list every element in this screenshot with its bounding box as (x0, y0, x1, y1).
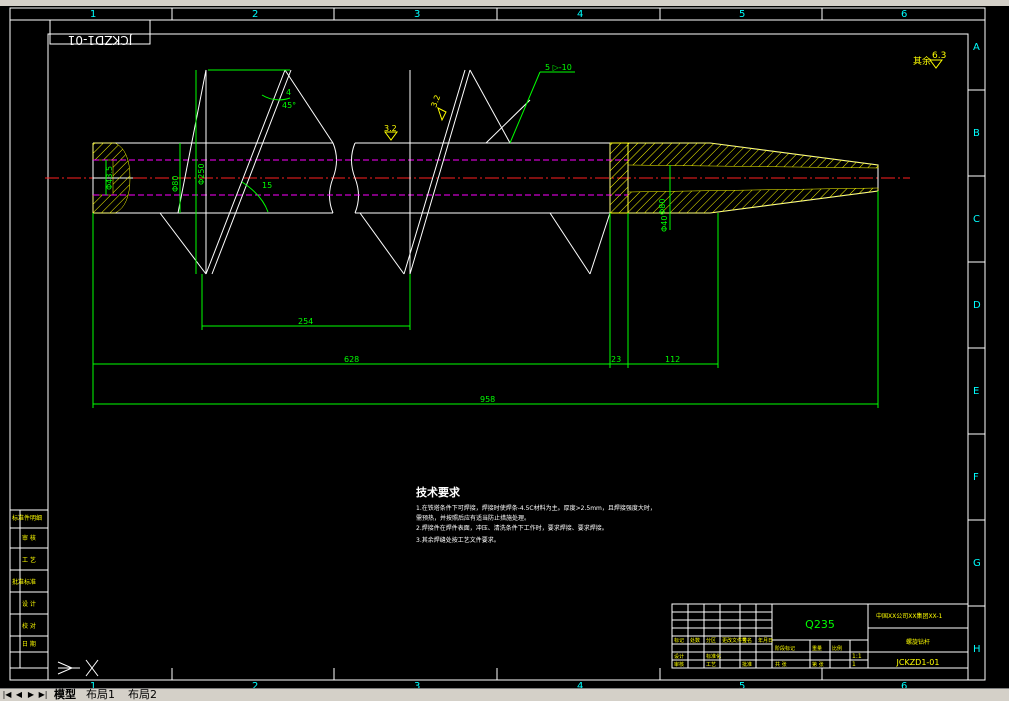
sheet-outer-frame (9, 7, 986, 681)
tb-label-sheetno: 第 张 (812, 661, 824, 668)
hatch-tip-lower (610, 187, 879, 214)
roughness-note: 其余 (913, 55, 931, 67)
notes-line-1: 1.在铁塔条件下可焊接，焊接时使焊条-4.5C材料为主。厚度>2.5mm，且焊接… (416, 504, 656, 512)
left-label-1: 审 核 (22, 534, 36, 542)
tb-label-weight: 重量 (812, 645, 822, 652)
zone-right-a: A (973, 42, 980, 53)
zone-right-h: H (973, 644, 981, 655)
ucs-icon (57, 659, 99, 677)
zone-top-2: 2 (252, 9, 258, 20)
roughness-b-icon (437, 107, 447, 122)
sheet-inner-frame (47, 33, 969, 681)
zone-ticks (10, 8, 985, 680)
tb-label-scale: 比例 (832, 645, 842, 652)
dim-dia-b: Φ250 (197, 163, 206, 185)
tab-next-icon[interactable]: ▶ (26, 690, 36, 700)
part-name-label: 螺旋钻杆 (906, 638, 930, 646)
left-label-4: 设 计 (22, 600, 36, 608)
roughness-a-icon (384, 131, 398, 141)
dim-dia-d: Φ80 (658, 199, 667, 215)
angle-4-label: 4 (286, 88, 291, 97)
tb-label-zone: 分区 (706, 637, 716, 644)
weld-note: 5 ▷-10 (545, 63, 572, 72)
notes-line-4: 3.其余焊缝处按工艺文件要求。 (416, 536, 500, 544)
helix-flights (159, 69, 611, 275)
angle-15-label: 15 (262, 181, 272, 190)
left-label-0: 标准件明细 (12, 514, 42, 522)
tab-prev-icon[interactable]: ◀ (14, 690, 24, 700)
tab-layout1[interactable]: 布局1 (86, 689, 115, 701)
zone-top-4: 4 (577, 9, 583, 20)
tb-label-mark: 标记 (674, 637, 684, 644)
dim-112: 112 (665, 355, 680, 364)
drawing-sheet: 1 2 3 4 5 6 1 2 3 4 5 6 A B C D E F G H … (9, 7, 986, 692)
dim-dia-a: Φ80 (171, 176, 180, 192)
zone-right-b: B (973, 128, 980, 139)
dim-dia-small: Φ43.5 (105, 166, 114, 190)
dim-254: 254 (298, 317, 313, 326)
hatch-tip-upper (610, 142, 879, 169)
left-label-6: 日 期 (22, 640, 36, 648)
zone-right-e: E (973, 386, 979, 397)
tb-label-count: 处数 (690, 637, 700, 644)
tb-label-process: 工艺 (706, 662, 716, 668)
zone-top-6: 6 (901, 9, 907, 20)
tb-label-date: 年月日 (758, 637, 773, 644)
cad-drawing-canvas[interactable]: 1 2 3 4 5 6 1 2 3 4 5 6 A B C D E F G H … (0, 0, 1009, 701)
tb-label-approve: 批准 (742, 661, 752, 668)
scale-value: 1:1 (852, 653, 862, 660)
dim-dia-c: Φ40 (660, 216, 669, 232)
roughness-symbol-icon (929, 59, 943, 69)
notes-line-3: 2.焊接件在焊件表面，冲压、清洗条件下工作时，要求焊接、要求焊接。 (416, 524, 608, 532)
tab-first-icon[interactable]: |◀ (2, 690, 12, 700)
layout-tab-bar: |◀ ◀ ▶ ▶| 模型 布局1 布局2 (0, 688, 1009, 701)
notes-line-2: 需预热，并按照后应有适当防止措施处理。 (416, 514, 530, 522)
sheet-value: 1 (852, 661, 856, 668)
dim-23: 23 (611, 355, 621, 364)
tb-label-stage: 阶段标记 (775, 645, 795, 652)
left-label-3: 批准标准 (12, 578, 36, 586)
angle-45-label: 45° (282, 101, 296, 110)
zone-right-c: C (973, 214, 980, 225)
zone-top-3: 3 (414, 9, 420, 20)
tb-label-total: 共 张 (775, 661, 787, 668)
zone-top-5: 5 (739, 9, 745, 20)
zone-right-d: D (973, 300, 981, 311)
roughness-a-value: 3.2 (384, 124, 397, 133)
hatch-collar (609, 142, 629, 214)
dimension-lines (92, 69, 879, 408)
company-label: 中国XX公司XX集团XX-1 (876, 612, 943, 620)
left-label-5: 校 对 (22, 622, 36, 630)
notes-title: 技术要求 (416, 485, 461, 499)
zone-right-g: G (973, 558, 981, 569)
tb-label-std: 标准化 (706, 653, 721, 660)
zone-top-1: 1 (90, 9, 96, 20)
tab-layout2[interactable]: 布局2 (128, 689, 157, 701)
zone-right-f: F (973, 472, 979, 483)
dim-628: 628 (344, 355, 359, 364)
tb-label-sign: 签名 (742, 637, 752, 644)
left-label-2: 工 艺 (22, 556, 36, 564)
roughness-b-value: 3.2 (429, 94, 442, 109)
tb-label-check: 审核 (674, 661, 684, 668)
tab-model[interactable]: 模型 (54, 689, 76, 701)
tab-last-icon[interactable]: ▶| (38, 690, 48, 700)
material-label: Q235 (805, 618, 835, 631)
tb-label-design: 设计 (674, 653, 684, 660)
code-titleblock-label: JCKZD1-01 (896, 658, 940, 667)
dim-958: 958 (480, 395, 495, 404)
code-top-label: JCKZD1-01 (68, 33, 133, 47)
